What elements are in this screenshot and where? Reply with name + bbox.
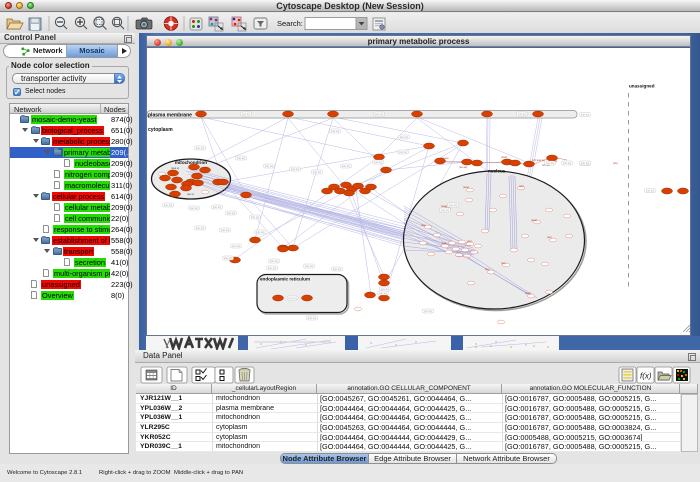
svg-text:(aaa): (aaa) xyxy=(463,185,469,189)
svg-text:(aaa): (aaa) xyxy=(525,291,531,295)
svg-text:(aaa): (aaa) xyxy=(441,204,447,208)
svg-text:Right-click + drag to ZOOM: Right-click + drag to ZOOM xyxy=(99,470,171,476)
svg-text:(aa a): (aa a) xyxy=(187,192,194,196)
svg-text:(aa): (aa) xyxy=(485,267,490,271)
svg-text:f(x): f(x) xyxy=(640,372,652,381)
svg-text:endoplasmic reticulum: endoplasmic reticulum xyxy=(260,277,310,282)
svg-text:(aaa a): (aaa a) xyxy=(171,166,179,170)
svg-text:GO:aaa aa: GO:aaa aa xyxy=(532,158,545,162)
svg-text:unassigned: unassigned xyxy=(629,84,655,89)
svg-text:(aaa): (aaa) xyxy=(441,241,447,245)
svg-text:(aa): (aa) xyxy=(519,184,524,188)
svg-text:(aaa): (aaa) xyxy=(531,218,537,222)
svg-text:(aa): (aa) xyxy=(467,239,472,243)
svg-text:nucleus: nucleus xyxy=(488,169,506,174)
svg-text:Welcome to Cytoscape 2.8.1: Welcome to Cytoscape 2.8.1 xyxy=(7,470,82,476)
svg-text:(aa): (aa) xyxy=(613,161,618,165)
svg-text:cytoplasm: cytoplasm xyxy=(148,127,173,133)
svg-text:(aa): (aa) xyxy=(501,261,506,265)
svg-text:Search:: Search: xyxy=(277,19,303,28)
svg-text:(aaa): (aaa) xyxy=(501,155,507,159)
svg-text:(aa): (aa) xyxy=(421,223,426,227)
svg-text:plasma membrane: plasma membrane xyxy=(148,113,192,119)
svg-text:Middle-click + drag to PAN: Middle-click + drag to PAN xyxy=(174,470,243,476)
svg-text:(aa): (aa) xyxy=(547,235,552,239)
svg-text:(aa aa): (aa aa) xyxy=(459,165,467,169)
